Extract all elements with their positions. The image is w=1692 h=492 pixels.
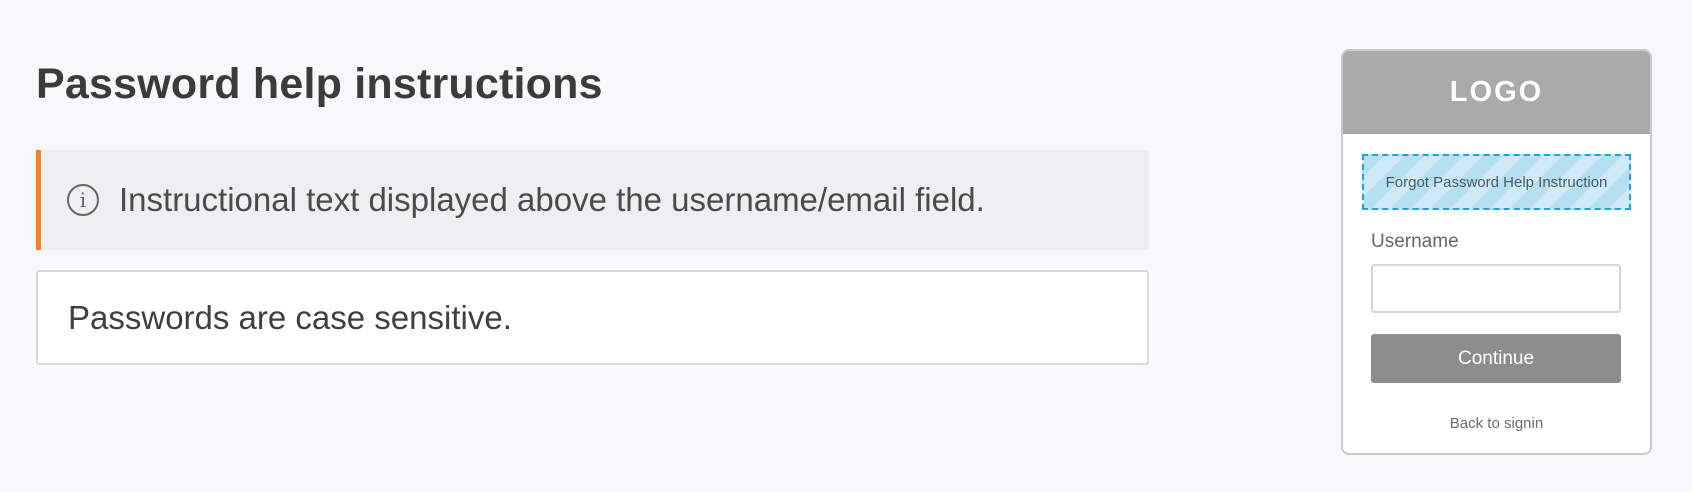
continue-button[interactable]: Continue xyxy=(1371,334,1621,383)
logo: LOGO xyxy=(1449,75,1544,108)
highlighted-help-instruction: Forgot Password Help Instruction xyxy=(1362,154,1631,210)
info-text: Instructional text displayed above the u… xyxy=(119,181,985,218)
info-callout: i Instructional text displayed above the… xyxy=(36,150,1149,250)
instruction-text-value: Passwords are case sensitive. xyxy=(68,298,512,336)
instruction-text-field[interactable]: Passwords are case sensitive. xyxy=(36,270,1149,365)
highlighted-help-instruction-label: Forgot Password Help Instruction xyxy=(1385,173,1608,191)
login-preview-card: LOGO Forgot Password Help Instruction Us… xyxy=(1341,49,1652,455)
back-to-signin-link[interactable]: Back to signin xyxy=(1343,415,1650,432)
username-input[interactable] xyxy=(1371,264,1621,313)
info-circle-icon: i xyxy=(67,184,99,216)
preview-header: LOGO xyxy=(1343,51,1650,134)
page-title: Password help instructions xyxy=(36,60,603,108)
page: Password help instructions i Instruction… xyxy=(0,0,1692,492)
username-label: Username xyxy=(1371,231,1459,252)
